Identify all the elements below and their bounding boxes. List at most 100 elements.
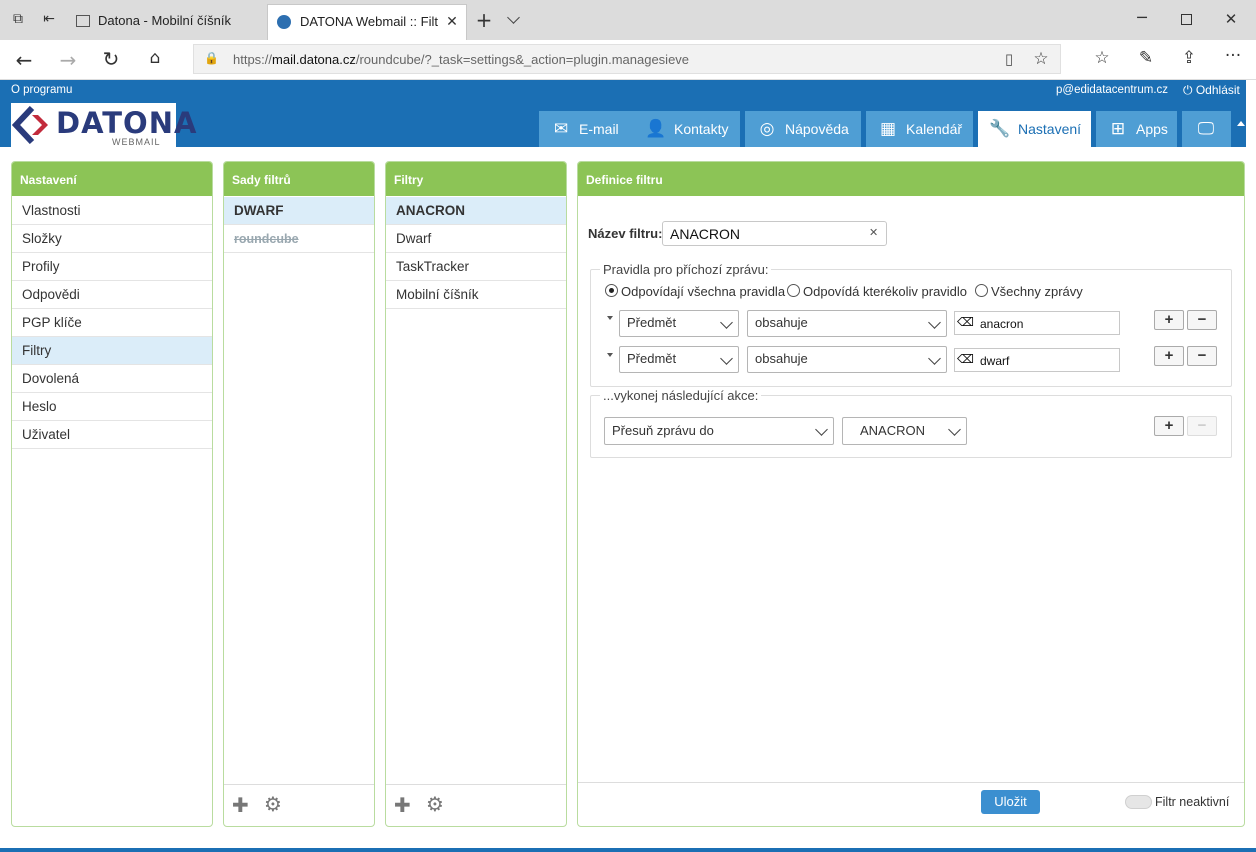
favorite-star-icon[interactable]: ☆ xyxy=(1032,49,1050,69)
add-filter-icon[interactable]: ✚ xyxy=(394,793,411,818)
filter-item[interactable]: Mobilní číšník xyxy=(386,281,566,309)
minimize-icon[interactable]: ─ xyxy=(1135,8,1149,27)
add-filter-set-icon[interactable]: ✚ xyxy=(232,793,249,818)
save-button[interactable]: Uložit xyxy=(981,790,1040,814)
home-icon[interactable]: ⌂ xyxy=(144,48,166,68)
wrench-icon: 🔧 xyxy=(989,119,1011,138)
nav-tab-settings[interactable]: 🔧 Nastavení xyxy=(978,111,1091,147)
filter-definition-panel: Definice filtru xyxy=(577,161,1245,827)
settings-item-vlastnosti[interactable]: Vlastnosti xyxy=(12,197,212,225)
monitor-icon: 🖵 xyxy=(1197,119,1215,138)
new-tab-icon[interactable]: + xyxy=(475,8,493,32)
nav-tab-email[interactable]: ✉ E-mail xyxy=(539,111,640,147)
nav-tab-display[interactable]: 🖵 xyxy=(1182,111,1231,147)
filters-panel: Filtry ANACRON Dwarf TaskTracker Mobilní… xyxy=(385,161,567,827)
close-window-icon[interactable]: ✕ xyxy=(1223,10,1239,28)
user-icon: 👤 xyxy=(645,119,667,138)
forward-icon[interactable]: → xyxy=(57,48,79,72)
filter-name-label: Název filtru: xyxy=(588,226,663,241)
filter-actions-gear-icon[interactable]: ⚙ xyxy=(426,792,444,817)
datona-logo-mark-icon xyxy=(12,106,48,144)
more-icon[interactable]: ··· xyxy=(1222,46,1244,66)
rule-value-input[interactable]: ⌫ anacron xyxy=(954,311,1120,335)
settings-item-profily[interactable]: Profily xyxy=(12,253,212,281)
rule-header-select[interactable]: Předmět xyxy=(619,346,739,373)
rule-header-select[interactable]: Předmět xyxy=(619,310,739,337)
back-icon[interactable]: ← xyxy=(13,48,35,72)
favorites-icon[interactable]: ☆ xyxy=(1091,48,1113,68)
filter-inactive-toggle[interactable] xyxy=(1125,795,1152,809)
tag-clear-icon[interactable]: ⌫ xyxy=(957,315,974,329)
definition-footer-divider xyxy=(578,782,1244,783)
match-all-radio[interactable] xyxy=(605,284,618,297)
logout-button[interactable]: ⏻ Odhlásit xyxy=(1183,83,1240,98)
match-all-label: Odpovídají všechna pravidla xyxy=(621,284,786,299)
action-folder-select[interactable]: ANACRON xyxy=(842,417,967,445)
set-tabs-aside-icon[interactable]: ⇤ xyxy=(40,11,58,27)
filter-item[interactable]: ANACRON xyxy=(386,197,566,225)
tab-actions-icon[interactable]: ⧉ xyxy=(10,11,26,27)
nav-tab-help[interactable]: ◎ Nápověda xyxy=(745,111,861,147)
datona-logo[interactable]: DATONA WEBMAIL xyxy=(11,103,196,147)
browser-tab-2[interactable]: DATONA Webmail :: Filt ✕ xyxy=(267,4,467,40)
clear-input-icon[interactable]: ✕ xyxy=(869,226,878,239)
browser-tab-1[interactable]: Datona - Mobilní číšník xyxy=(66,4,266,40)
logo-text: DATONA xyxy=(56,106,198,140)
settings-item-dovolena[interactable]: Dovolená xyxy=(12,365,212,393)
settings-panel-title: Nastavení xyxy=(12,162,212,196)
rule-value-input[interactable]: ⌫ dwarf xyxy=(954,348,1120,372)
remove-rule-button[interactable]: − xyxy=(1187,346,1217,366)
rule-operator-select[interactable]: obsahuje xyxy=(747,310,947,337)
tag-clear-icon[interactable]: ⌫ xyxy=(957,352,974,366)
close-tab-icon[interactable]: ✕ xyxy=(444,5,460,39)
settings-panel: Nastavení Vlastnosti Složky Profily Odpo… xyxy=(11,161,213,827)
actions-legend: ...vykonej následující akce: xyxy=(600,388,762,403)
match-any-radio[interactable] xyxy=(787,284,800,297)
settings-item-uzivatel[interactable]: Uživatel xyxy=(12,421,212,449)
share-icon[interactable]: ⇪ xyxy=(1178,48,1200,68)
add-action-button[interactable]: + xyxy=(1154,416,1184,436)
add-rule-button[interactable]: + xyxy=(1154,310,1184,330)
filter-item[interactable]: TaskTracker xyxy=(386,253,566,281)
pen-icon[interactable]: ✎ xyxy=(1135,48,1157,68)
rule-expand-icon[interactable] xyxy=(607,353,613,357)
power-icon: ⏻ xyxy=(1183,83,1193,97)
rule-expand-icon[interactable] xyxy=(607,316,613,320)
reading-view-icon[interactable]: ▯ xyxy=(1000,50,1018,68)
filter-name-input[interactable]: ANACRON ✕ xyxy=(662,221,887,246)
plus-square-icon: ⊞ xyxy=(1110,119,1126,138)
page-icon xyxy=(76,15,90,27)
maximize-icon[interactable] xyxy=(1181,14,1192,25)
action-type-select[interactable]: Přesuň zprávu do xyxy=(604,417,834,445)
settings-item-filtry[interactable]: Filtry xyxy=(12,337,212,365)
filter-set-actions-gear-icon[interactable]: ⚙ xyxy=(264,792,282,817)
nav-tab-apps[interactable]: ⊞ Apps xyxy=(1096,111,1177,147)
collapse-header-icon[interactable] xyxy=(1237,121,1245,126)
settings-item-slozky[interactable]: Složky xyxy=(12,225,212,253)
filter-sets-footer: ✚ ⚙ xyxy=(224,784,374,826)
chevron-down-icon xyxy=(720,316,733,329)
calendar-icon: ▦ xyxy=(879,119,897,138)
refresh-icon[interactable]: ↻ xyxy=(100,47,122,71)
settings-item-pgp[interactable]: PGP klíče xyxy=(12,309,212,337)
filter-sets-title: Sady filtrů xyxy=(224,162,374,196)
match-all-messages-label: Všechny zprávy xyxy=(991,284,1083,299)
match-all-messages-radio[interactable] xyxy=(975,284,988,297)
remove-action-button[interactable]: − xyxy=(1187,416,1217,436)
remove-rule-button[interactable]: − xyxy=(1187,310,1217,330)
nav-tab-contacts[interactable]: 👤 Kontakty xyxy=(634,111,740,147)
about-link[interactable]: O programu xyxy=(11,84,72,96)
window-bottom-border xyxy=(0,848,1256,852)
filter-name-value: ANACRON xyxy=(670,226,741,242)
rule-operator-select[interactable]: obsahuje xyxy=(747,346,947,373)
settings-item-heslo[interactable]: Heslo xyxy=(12,393,212,421)
filter-definition-title: Definice filtru xyxy=(578,162,1244,196)
settings-item-odpovedi[interactable]: Odpovědi xyxy=(12,281,212,309)
address-bar[interactable]: 🔒 https://mail.datona.cz/roundcube/?_tas… xyxy=(193,44,1061,74)
filter-set-item[interactable]: roundcube xyxy=(224,225,374,253)
nav-tab-calendar[interactable]: ▦ Kalendář xyxy=(866,111,973,147)
user-email: p@edidatacentrum.cz xyxy=(1056,84,1169,96)
filter-set-item[interactable]: DWARF xyxy=(224,197,374,225)
filter-item[interactable]: Dwarf xyxy=(386,225,566,253)
add-rule-button[interactable]: + xyxy=(1154,346,1184,366)
